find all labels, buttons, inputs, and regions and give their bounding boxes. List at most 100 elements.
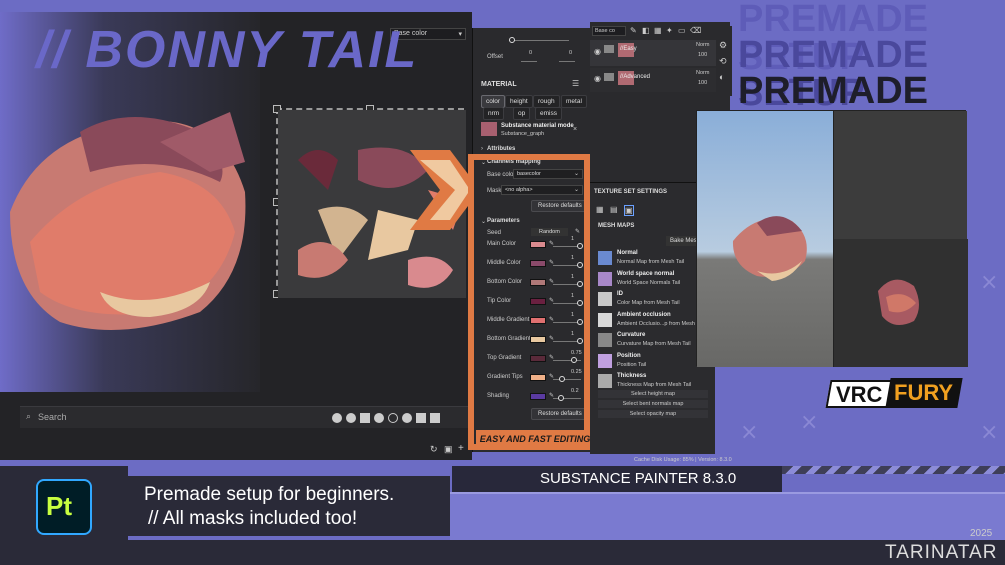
half-sphere-icon[interactable] <box>346 413 356 423</box>
layer-row[interactable]: ◉ //Easy Norm 100 <box>590 40 730 66</box>
layer-blend[interactable]: Norm <box>696 70 709 76</box>
layout-icon[interactable]: ▣ <box>444 444 453 455</box>
refresh-icon[interactable]: ↻ <box>430 444 438 455</box>
layer-opacity[interactable]: 100 <box>698 52 707 58</box>
channel-chip-nrm[interactable]: nrm <box>483 107 505 120</box>
map-thumbnail <box>598 353 612 368</box>
slider-knob[interactable] <box>509 37 515 43</box>
layer-name: //Easy <box>620 46 637 52</box>
paint-icon[interactable]: ✎ <box>630 26 637 35</box>
folder-icon <box>604 73 614 81</box>
search-input[interactable]: Search <box>38 412 67 422</box>
sphere-icon[interactable] <box>332 413 342 423</box>
eye-icon[interactable]: ◉ <box>594 74 601 83</box>
globe-icon[interactable] <box>402 413 412 423</box>
map-name: World space normal <box>617 270 675 277</box>
map-name: Curvature <box>617 332 646 338</box>
material-mode-value: Substance_graph <box>501 131 545 137</box>
fill-icon[interactable]: ◧ <box>642 26 650 35</box>
vrc-fury-logo: VRC FURY <box>825 376 963 414</box>
version-label: SUBSTANCE PAINTER 8.3.0 <box>540 470 737 487</box>
chevron-down-icon: ▾ <box>458 31 462 38</box>
select-map-button[interactable]: Select bent normals map <box>598 400 708 408</box>
year-label: 2025 <box>970 528 993 539</box>
grid-icon[interactable]: ▦ <box>596 205 604 214</box>
map-thumbnail <box>598 292 612 306</box>
map-description: Color Map from Mesh Tail <box>617 300 680 306</box>
map-description: World Space Normals Tail <box>617 279 681 286</box>
map-name: Position <box>617 352 641 359</box>
fury-text: FURY <box>894 380 954 405</box>
channel-chip-metal[interactable]: metal <box>561 95 587 108</box>
map-thumbnail <box>598 312 612 327</box>
add-icon[interactable]: + <box>458 443 464 454</box>
search-icon: ⌕ <box>26 411 32 421</box>
map-description: Ambient Occlusio...p from Mesh Tail <box>617 320 705 327</box>
footer-band <box>0 540 1005 565</box>
mask-icon[interactable]: ▦ <box>654 26 662 35</box>
eye-icon[interactable]: ◉ <box>594 47 601 56</box>
folder-icon <box>604 45 614 53</box>
circle-icon[interactable] <box>374 413 384 423</box>
map-name: Thickness <box>617 373 647 379</box>
unity-inspector <box>833 111 968 367</box>
trash-icon[interactable]: ⌫ <box>690 26 701 35</box>
unity-preview <box>834 239 968 367</box>
chevron-right-icon[interactable]: › <box>481 146 483 152</box>
side-toolbar: ⚙ ⟲ ◐ <box>716 26 732 96</box>
x-decoration: × <box>800 410 819 435</box>
pt-logo-text: Pt <box>46 491 72 521</box>
map-thumbnail <box>598 333 612 347</box>
effect-icon[interactable]: ✦ <box>666 26 673 35</box>
folder-icon[interactable]: ▭ <box>678 26 686 35</box>
x-decoration: × <box>740 420 759 445</box>
material-header: MATERIAL <box>481 81 517 88</box>
square-icon[interactable] <box>360 413 370 423</box>
page-title: // BONNY TAIL <box>36 21 419 79</box>
texture-set-header: TEXTURE SET SETTINGS <box>594 189 668 195</box>
select-map-button[interactable]: Select opacity map <box>598 410 708 418</box>
map-thumbnail <box>598 251 612 265</box>
unity-scene-view <box>697 111 833 367</box>
channel-chip-op[interactable]: op <box>513 107 531 120</box>
history-icon[interactable]: ⟲ <box>719 56 727 67</box>
map-description: Position Tail <box>617 361 647 368</box>
material-thumbnail <box>481 122 497 136</box>
map-description: Thickness Map from Mesh Tail <box>617 382 692 388</box>
grid-icon[interactable] <box>416 413 426 423</box>
channel-chip-emiss[interactable]: emiss <box>535 107 562 120</box>
map-thumbnail <box>598 374 612 388</box>
select-map-button[interactable]: Select height map <box>598 390 708 398</box>
tail-3d-model <box>732 216 807 281</box>
brush-icon[interactable] <box>388 413 398 423</box>
menu-icon[interactable]: ☰ <box>572 79 579 88</box>
settings-icon[interactable]: ⚙ <box>719 40 727 51</box>
highlight-frame <box>468 154 594 450</box>
bottom-band <box>450 492 1005 540</box>
image-icon[interactable] <box>430 413 440 423</box>
attributes-header[interactable]: Attributes <box>487 146 515 152</box>
description-band: Premade setup for beginners. // All mask… <box>128 476 450 536</box>
vrc-text: VRC <box>836 382 883 407</box>
author-label: TARINATAR <box>885 542 998 563</box>
layer-name: //Advanced <box>620 74 651 80</box>
map-thumbnail <box>598 271 612 286</box>
layer-opacity[interactable]: 100 <box>698 80 707 86</box>
layer-row[interactable]: ◉ //Advanced Norm 100 <box>590 68 730 92</box>
offset-value: 0 <box>569 50 573 56</box>
x-decoration: × <box>980 270 999 295</box>
description-line: Premade setup for beginners. <box>144 484 395 505</box>
material-mode-label: Substance material mode <box>501 123 574 129</box>
display-icon[interactable]: ◐ <box>719 72 724 82</box>
description-line: // All masks included too! <box>148 508 358 529</box>
layer-channel-dropdown[interactable]: Base co <box>592 26 626 36</box>
layers-icon[interactable]: ▤ <box>610 205 618 214</box>
layer-blend[interactable]: Norm <box>696 42 709 48</box>
unity-screenshot <box>696 110 968 367</box>
easy-editing-label: EASY AND FAST EDITING <box>476 430 594 448</box>
bake-icon[interactable]: ▣ <box>624 205 634 216</box>
map-description: Normal Map from Mesh Tail <box>617 259 685 265</box>
stripe-decoration <box>782 466 1005 474</box>
close-icon[interactable]: × <box>573 126 577 133</box>
x-decoration: × <box>980 420 999 445</box>
